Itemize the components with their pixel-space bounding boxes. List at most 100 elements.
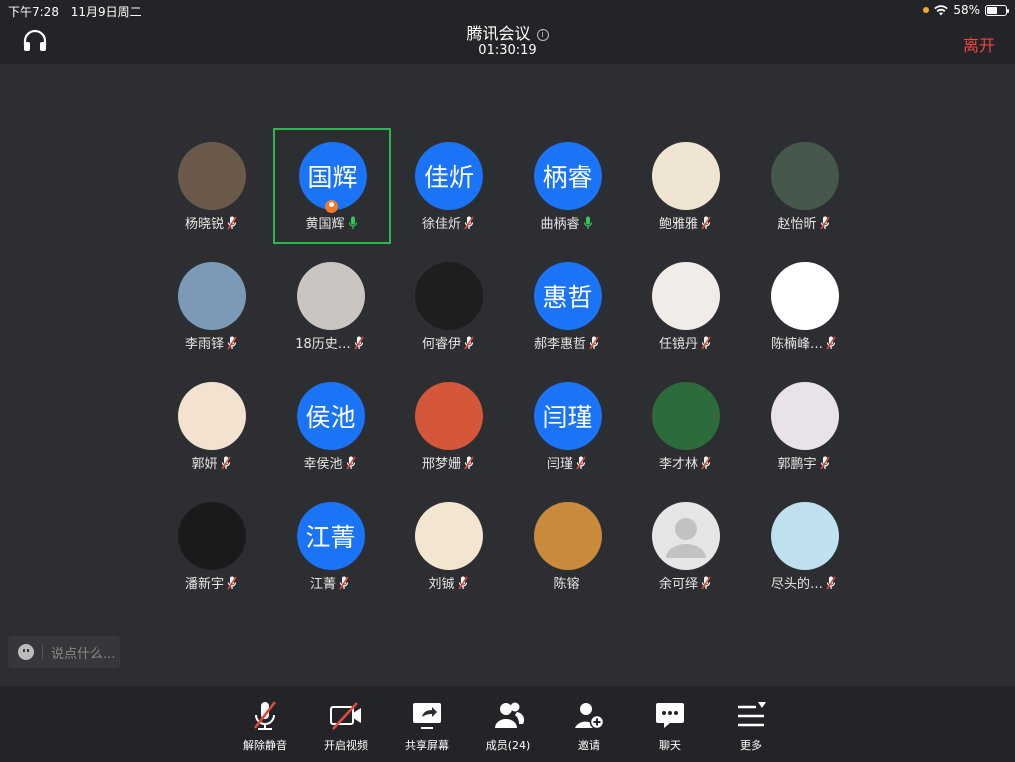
mic-muted-icon [464, 216, 474, 230]
toolbar-button-members[interactable]: 成员(24) [473, 698, 543, 753]
participant-tile[interactable]: 邢梦姗 [389, 382, 507, 482]
toolbar-button-chat[interactable]: 聊天 [635, 698, 705, 753]
header-bar: 下午7:28 11月9日周二 58% 腾讯会议 i 01:30:19 离开 [0, 0, 1015, 64]
chat-input[interactable]: 说点什么... [8, 636, 120, 668]
mic-muted-icon [220, 456, 231, 470]
battery-icon [985, 4, 1009, 16]
participant-tile[interactable]: 赵怡昕 [745, 142, 863, 242]
participant-name: 郭妍 [191, 457, 218, 472]
participant-name: 闫瑾 [546, 457, 573, 472]
toolbar-button-mic-muted[interactable]: 解除静音 [230, 698, 300, 753]
participant-name-row: 江菁 [271, 573, 389, 592]
toolbar-button-more[interactable]: 更多 [716, 698, 786, 753]
participant-name: 徐佳炘 [421, 217, 461, 232]
participant-tile[interactable]: 郭鹏宇 [745, 382, 863, 482]
participant-name: 李才林 [658, 457, 698, 472]
participant-avatar [652, 502, 720, 570]
participant-name: 江菁 [309, 577, 336, 592]
participant-name-row: 杨晓锐 [152, 213, 270, 232]
toolbar-label: 开启视频 [324, 739, 368, 752]
recording-dot-icon [923, 7, 930, 13]
participant-name-row: 任镜丹 [626, 333, 744, 352]
participant-tile[interactable]: 何睿伊 [389, 262, 507, 362]
participant-tile[interactable]: 佳炘 徐佳炘 [389, 142, 507, 242]
participant-name: 18历史… [295, 337, 351, 352]
toolbar-label: 成员(24) [485, 739, 531, 752]
participant-name: 郭鹏宇 [777, 457, 817, 472]
participant-name: 曲柄睿 [540, 217, 580, 232]
invite-icon [575, 703, 605, 730]
toolbar-label: 解除静音 [243, 739, 287, 752]
participant-tile[interactable]: 江菁 江菁 [271, 502, 389, 602]
participant-name-row: 尽头的… [745, 573, 863, 592]
participant-name-row: 李才林 [626, 453, 744, 472]
mic-muted-icon [826, 336, 836, 350]
participant-avatar [770, 262, 839, 330]
participant-tile[interactable]: 杨晓锐 [152, 142, 270, 242]
participant-name: 鲍雅雅 [658, 217, 698, 232]
participant-tile[interactable]: 陈镕 [508, 502, 626, 602]
mic-muted-icon [701, 216, 711, 230]
meeting-title[interactable]: 腾讯会议 i [0, 20, 1015, 44]
mic-muted-icon [345, 456, 356, 470]
participant-name-row: 余可绎 [626, 573, 744, 592]
participant-tile[interactable]: 国辉 黄国辉 [272, 128, 391, 244]
participant-avatar [770, 382, 839, 450]
toolbar-button-invite[interactable]: 邀请 [554, 698, 624, 753]
participant-tile[interactable]: 侯池 幸侯池 [271, 382, 389, 482]
participant-avatar [296, 262, 365, 330]
participant-tile[interactable]: 尽头的… [745, 502, 863, 602]
participant-avatar [533, 502, 602, 570]
participant-name: 赵怡昕 [777, 217, 817, 232]
more-icon [738, 702, 766, 727]
participant-tile[interactable]: 潘新宇 [152, 502, 270, 602]
emoji-icon[interactable] [18, 644, 34, 660]
participant-name: 余可绎 [658, 577, 698, 592]
participant-name: 何睿伊 [421, 337, 461, 352]
participant-name-row: 黄国辉 [275, 213, 389, 232]
mic-muted-icon [701, 456, 711, 470]
status-clock: 下午7:28 [8, 5, 59, 19]
participant-tile[interactable]: 陈楠峰… [745, 262, 863, 362]
mic-muted-icon [589, 336, 599, 350]
participant-name-row: 刘铖 [389, 573, 507, 592]
participant-avatar [652, 262, 720, 330]
participant-avatar [652, 142, 720, 210]
leave-button[interactable]: 离开 [963, 32, 995, 56]
participant-tile[interactable]: 惠哲 郝李惠哲 [508, 262, 626, 362]
info-icon[interactable]: i [536, 29, 549, 41]
participant-tile[interactable]: 鲍雅雅 [626, 142, 744, 242]
toolbar-button-share-screen[interactable]: 共享屏幕 [392, 698, 462, 753]
participant-name: 邢梦姗 [421, 457, 461, 472]
participant-tile[interactable]: 郭妍 [152, 382, 270, 482]
participant-tile[interactable]: 李才林 [626, 382, 744, 482]
participant-name: 任镜丹 [658, 337, 698, 352]
participant-tile[interactable]: 刘铖 [389, 502, 507, 602]
meeting-timer: 01:30:19 [478, 43, 537, 58]
participant-tile[interactable]: 闫瑾 闫瑾 [508, 382, 626, 482]
wifi-icon [934, 4, 949, 15]
participant-name-row: 鲍雅雅 [626, 213, 744, 232]
mic-muted-icon [339, 576, 349, 590]
toolbar-label: 更多 [740, 739, 762, 752]
toolbar-label: 共享屏幕 [405, 739, 449, 752]
mic-muted-icon [227, 336, 237, 350]
participant-name-row: 陈楠峰… [745, 333, 863, 352]
chat-divider [42, 644, 43, 660]
participant-avatar: 闫瑾 [533, 382, 602, 450]
participant-name: 李雨铎 [184, 337, 224, 352]
participant-name-row: 曲柄睿 [508, 213, 626, 232]
share-screen-icon [413, 703, 441, 729]
status-time: 下午7:28 11月9日周二 [8, 3, 142, 20]
participant-tile[interactable]: 柄睿 曲柄睿 [508, 142, 626, 242]
participant-name-row: 徐佳炘 [389, 213, 507, 232]
participant-name-row: 幸侯池 [271, 453, 389, 472]
participant-tile[interactable]: 余可绎 [626, 502, 744, 602]
participant-tile[interactable]: 任镜丹 [626, 262, 744, 362]
toolbar-button-video-off[interactable]: 开启视频 [311, 698, 381, 753]
toolbar-label: 聊天 [659, 739, 681, 752]
participant-name-row: 何睿伊 [389, 333, 507, 352]
participant-tile[interactable]: 李雨铎 [152, 262, 270, 362]
participant-avatar [770, 502, 839, 570]
participant-tile[interactable]: 18历史… [271, 262, 389, 362]
